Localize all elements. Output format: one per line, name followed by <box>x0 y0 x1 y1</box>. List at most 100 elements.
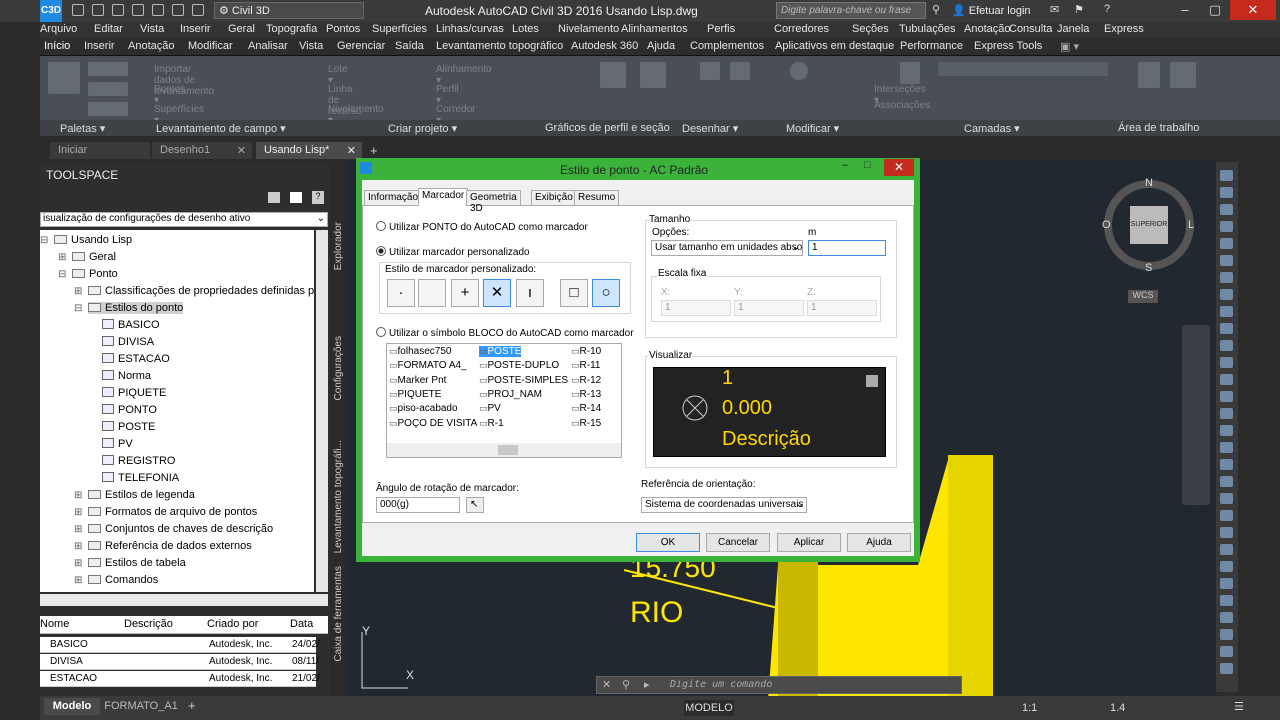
ribbon-tab-3[interactable]: Modificar <box>188 40 233 52</box>
menu-17[interactable]: Consulta <box>1009 23 1052 35</box>
menu-1[interactable]: Editar <box>94 23 123 35</box>
layer-props-icon[interactable] <box>900 62 920 84</box>
block-item[interactable]: ▭FORMATO A4_ <box>389 360 467 371</box>
cancel-button[interactable]: Cancelar <box>706 533 770 552</box>
tree-item[interactable]: REGISTRO <box>102 455 175 467</box>
basepoint-icon[interactable] <box>1170 62 1196 88</box>
paste-icon[interactable] <box>1138 62 1160 88</box>
right-tool-icon[interactable] <box>1220 459 1233 470</box>
expand-icon[interactable]: ⊞ <box>74 541 82 552</box>
expand-icon[interactable]: ⊟ <box>58 269 66 280</box>
block-item[interactable]: ▭R-12 <box>571 375 601 386</box>
right-tool-icon[interactable] <box>1220 578 1233 589</box>
pick-icon[interactable]: ↖ <box>466 497 484 513</box>
layer-select[interactable] <box>938 62 1108 76</box>
column-header[interactable]: Nome <box>40 618 69 630</box>
close-icon[interactable]: ✕ <box>237 144 246 157</box>
right-tool-icon[interactable] <box>1220 595 1233 606</box>
palette-icon-3[interactable] <box>88 102 128 116</box>
right-tool-icon[interactable] <box>1220 663 1233 674</box>
ribbon-tab-9[interactable]: Autodesk 360 <box>571 40 638 52</box>
tree-item[interactable]: Estilos de tabela <box>88 557 186 569</box>
expand-icon[interactable]: ⊟ <box>74 303 82 314</box>
dialog-minimize-button[interactable]: – <box>842 159 848 171</box>
dialog-tab-2[interactable]: Geometria 3D <box>466 190 521 214</box>
column-header[interactable]: Descrição <box>124 618 173 630</box>
tree-item[interactable]: Classificações de propriedades definidas… <box>88 285 314 297</box>
size-options-select[interactable]: Usar tamanho em unidades abso ⌄ <box>651 240 803 256</box>
file-tab-drawing1[interactable]: Desenho1 ✕ <box>152 142 252 159</box>
right-tool-icon[interactable] <box>1220 544 1233 555</box>
right-tool-icon[interactable] <box>1220 612 1233 623</box>
right-tool-icon[interactable] <box>1220 561 1233 572</box>
block-item[interactable]: ▭R-15 <box>571 418 601 429</box>
add-layout-icon[interactable]: + <box>188 698 196 713</box>
column-header[interactable]: Data <box>290 618 313 630</box>
expand-icon[interactable]: ⊞ <box>74 558 82 569</box>
right-tool-icon[interactable] <box>1220 493 1233 504</box>
palette-icon-2[interactable] <box>88 82 128 96</box>
tree-item[interactable]: Nuvem de pontos <box>72 591 175 592</box>
tree-item[interactable]: Formatos de arquivo de pontos <box>88 506 257 518</box>
new-icon[interactable] <box>72 4 84 16</box>
line-icon[interactable] <box>700 62 720 80</box>
orientation-select[interactable]: Sistema de coordenadas universais ⌄ <box>641 497 807 513</box>
layout-tab-formato-a1[interactable]: FORMATO_A1 <box>104 698 178 715</box>
right-tool-icon[interactable] <box>1220 646 1233 657</box>
viewcube-top[interactable]: SUPERIOR <box>1130 206 1168 244</box>
redo-icon[interactable] <box>192 4 204 16</box>
right-tool-icon[interactable] <box>1220 476 1233 487</box>
expand-icon[interactable]: ⊞ <box>74 490 82 501</box>
menu-15[interactable]: Tubulações <box>899 23 955 35</box>
ribbon-panel-title-1[interactable]: Levantamento de campo ▾ <box>156 122 286 135</box>
marker-button-0[interactable]: · <box>387 279 415 307</box>
block-item[interactable]: ▭folhasec750 <box>389 346 451 357</box>
tree-item[interactable]: PONTO <box>102 404 157 416</box>
column-header[interactable]: Criado por <box>207 618 258 630</box>
menu-6[interactable]: Pontos <box>326 23 360 35</box>
tree-scrollbar[interactable] <box>316 230 328 592</box>
file-tab-start[interactable]: Iniciar <box>50 142 150 159</box>
ribbon-tab-4[interactable]: Analisar <box>248 40 288 52</box>
tree-item[interactable]: DIVISA <box>102 336 154 348</box>
block-item[interactable]: ▭PROJ_NAM <box>479 389 542 400</box>
list-icon[interactable] <box>290 192 302 203</box>
block-item[interactable]: ▭R-11 <box>571 360 600 371</box>
menu-2[interactable]: Vista <box>140 23 164 35</box>
right-tool-icon[interactable] <box>1220 255 1233 266</box>
right-tool-icon[interactable] <box>1220 323 1233 334</box>
table-row[interactable]: ESTACAO Autodesk, Inc. 21/02/ <box>40 671 320 687</box>
right-tool-icon[interactable] <box>1220 510 1233 521</box>
option-acad-point[interactable]: Utilizar PONTO do AutoCAD como marcador <box>376 221 588 233</box>
block-item[interactable]: ▭piso-acabado <box>389 403 458 414</box>
right-tool-icon[interactable] <box>1220 357 1233 368</box>
graph-icon[interactable] <box>600 62 626 88</box>
close-window-button[interactable]: ✕ <box>1230 0 1276 20</box>
ribbon-tab-14[interactable]: Express Tools <box>974 40 1042 52</box>
ribbon-tab-7[interactable]: Saída <box>395 40 424 52</box>
size-input[interactable]: 1 <box>808 240 886 256</box>
preview-toggle[interactable] <box>866 375 878 387</box>
toolspace-vtab-0[interactable]: Explorador <box>333 222 344 270</box>
block-item[interactable]: ▭Marker Pnt <box>389 375 446 386</box>
right-tool-icon[interactable] <box>1220 238 1233 249</box>
menu-16[interactable]: Anotação <box>964 23 1010 35</box>
binoculars-icon[interactable]: ⚲ <box>932 3 940 16</box>
marker-button-6[interactable]: ○ <box>592 279 620 307</box>
table-row[interactable]: DIVISA Autodesk, Inc. 08/11/ <box>40 654 319 670</box>
ribbon-tab-8[interactable]: Levantamento topográfico <box>436 40 563 52</box>
apply-button[interactable]: Aplicar <box>777 533 841 552</box>
tree-item[interactable]: PIQUETE <box>102 387 166 399</box>
ribbon-tab-6[interactable]: Gerenciar <box>337 40 385 52</box>
tree-item[interactable]: Estilos de legenda <box>88 489 195 501</box>
command-input[interactable]: Digite um comando <box>670 679 772 690</box>
expand-icon[interactable]: ⊞ <box>74 524 82 535</box>
block-item[interactable]: ▭PIQUETE <box>389 389 441 400</box>
right-tool-icon[interactable] <box>1220 340 1233 351</box>
print-icon[interactable] <box>152 4 164 16</box>
table-row[interactable]: BASICO Autodesk, Inc. 24/02/ <box>40 637 320 653</box>
dialog-tab-4[interactable]: Resumo <box>574 190 620 206</box>
marker-button-2[interactable]: + <box>451 279 479 307</box>
scale-x-input[interactable]: 1 <box>661 300 731 316</box>
ribbon-tab-11[interactable]: Complementos <box>690 40 764 52</box>
